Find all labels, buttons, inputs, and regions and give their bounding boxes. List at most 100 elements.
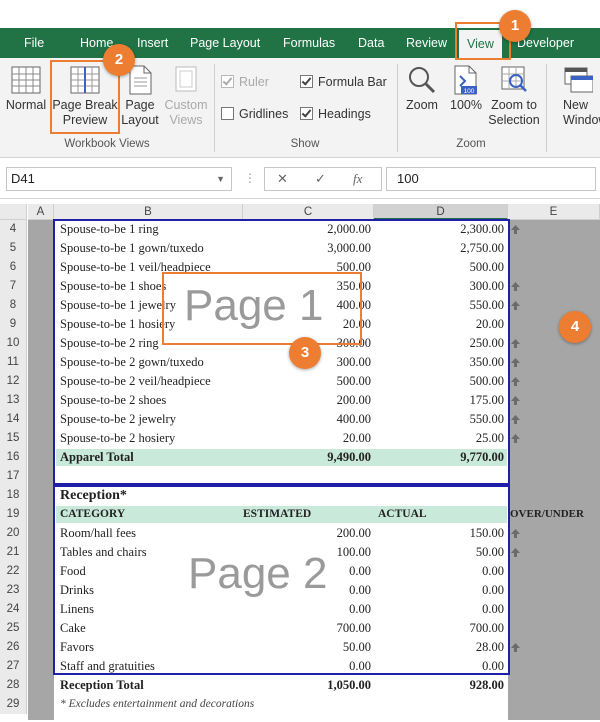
indicator-arrow-icon (511, 301, 520, 310)
normal-view-button[interactable]: Normal (4, 64, 48, 113)
cell-d[interactable] (374, 695, 504, 714)
ribbon-separator (546, 64, 547, 152)
zoom-100-button[interactable]: 100 100% (446, 64, 486, 113)
worksheet-grid[interactable]: A B C D E 4 Spouse-to-be 1 ring 2,000.00 2,… (0, 199, 600, 722)
tab-page-layout[interactable]: Page Layout (190, 28, 260, 58)
new-window-button[interactable]: New Window (553, 64, 600, 128)
check-icon (301, 107, 312, 118)
row-header[interactable]: 14 (0, 410, 27, 429)
zoom-100-icon: 100 (454, 65, 477, 95)
checkbox-box (300, 75, 313, 88)
cell-d[interactable]: 928.00 (374, 676, 504, 695)
check-icon (301, 75, 312, 86)
row-header[interactable]: 12 (0, 372, 27, 391)
row-header[interactable]: 18 (0, 486, 27, 505)
column-header-e[interactable]: E (508, 204, 600, 220)
indicator-arrow-icon (511, 529, 520, 538)
check-icon (222, 75, 233, 86)
row-header[interactable]: 15 (0, 429, 27, 448)
indicator-arrow-icon (511, 225, 520, 234)
show-group-label: Show (290, 138, 320, 150)
row-header[interactable]: 8 (0, 296, 27, 315)
row-header[interactable]: 19 (0, 505, 27, 524)
indicator-arrow-icon (511, 339, 520, 348)
row-header[interactable]: 25 (0, 619, 27, 638)
zoom-button[interactable]: Zoom (402, 64, 442, 113)
row-header[interactable]: 5 (0, 239, 27, 258)
custom-views-icon (175, 66, 197, 92)
insert-function-icon[interactable]: fx (353, 171, 362, 187)
row-header[interactable]: 20 (0, 524, 27, 543)
row-header[interactable]: 17 (0, 467, 27, 486)
row-header[interactable]: 4 (0, 220, 27, 239)
tab-review[interactable]: Review (406, 28, 447, 58)
zoom-selection-icon (501, 66, 527, 92)
column-header-d[interactable]: D (374, 204, 508, 220)
column-header-b[interactable]: B (54, 204, 243, 220)
chevron-down-icon: ▼ (216, 174, 225, 184)
checkbox-box (221, 107, 234, 120)
column-header-c[interactable]: C (243, 204, 374, 220)
enter-icon[interactable]: ✓ (315, 171, 326, 187)
ribbon-separator (214, 64, 215, 152)
zoom-group-label: Zoom (456, 138, 486, 150)
normal-view-icon (11, 66, 41, 94)
callout-badge-2: 2 (103, 44, 135, 76)
zoom-to-selection-button[interactable]: Zoom to Selection (486, 64, 542, 128)
more-options-icon: ⋮ (244, 171, 256, 185)
gridlines-checkbox[interactable]: Gridlines (221, 106, 288, 122)
indicator-arrow-icon (511, 282, 520, 291)
callout-badge-3: 3 (289, 337, 321, 369)
tab-formulas[interactable]: Formulas (283, 28, 335, 58)
page-1-boundary[interactable] (53, 219, 510, 485)
row-header[interactable]: 16 (0, 448, 27, 467)
headings-checkbox[interactable]: Headings (300, 106, 371, 122)
row-header[interactable]: 26 (0, 638, 27, 657)
page-2-watermark: Page 2 (188, 549, 328, 598)
checkbox-box (221, 75, 234, 88)
workbook-views-group-label: Workbook Views (64, 138, 150, 150)
row-header[interactable]: 11 (0, 353, 27, 372)
row-header[interactable]: 27 (0, 657, 27, 676)
row-header[interactable]: 24 (0, 600, 27, 619)
select-all-corner[interactable] (0, 204, 27, 220)
tab-insert[interactable]: Insert (137, 28, 168, 58)
formula-input[interactable]: 100 (386, 167, 596, 191)
custom-views-button[interactable]: Custom Views (162, 64, 210, 128)
row-header[interactable]: 23 (0, 581, 27, 600)
tab-file[interactable]: File (24, 28, 44, 58)
row-header[interactable]: 29 (0, 695, 27, 714)
cell-c[interactable]: 1,050.00 (243, 676, 371, 695)
indicator-arrow-icon (511, 415, 520, 424)
cell-e[interactable]: OVER/UNDER (510, 505, 600, 524)
indicator-arrow-icon (511, 548, 520, 557)
indicator-arrow-icon (511, 358, 520, 367)
column-header-a[interactable]: A (28, 204, 54, 220)
cancel-icon[interactable]: ✕ (277, 171, 288, 187)
row-header[interactable]: 21 (0, 543, 27, 562)
ruler-checkbox[interactable]: Ruler (221, 74, 269, 90)
zoom-100-icon-text: 100 (464, 88, 475, 95)
row-header[interactable]: 6 (0, 258, 27, 277)
tab-data[interactable]: Data (358, 28, 384, 58)
row-header[interactable]: 13 (0, 391, 27, 410)
name-box[interactable]: D41 ▼ (6, 167, 232, 191)
row-header[interactable]: 28 (0, 676, 27, 695)
row-header[interactable]: 10 (0, 334, 27, 353)
formula-bar-checkbox[interactable]: Formula Bar (300, 74, 387, 90)
formula-buttons: ✕ ✓ fx (264, 167, 382, 191)
checkbox-box (300, 107, 313, 120)
callout-badge-4: 4 (559, 311, 591, 343)
indicator-arrow-icon (511, 643, 520, 652)
indicator-arrow-icon (511, 434, 520, 443)
ribbon-separator (397, 64, 398, 152)
row-header[interactable]: 22 (0, 562, 27, 581)
formula-bar: D41 ▼ ⋮ ✕ ✓ fx 100 (0, 159, 600, 199)
row-header[interactable]: 7 (0, 277, 27, 296)
indicator-arrow-icon (511, 377, 520, 386)
new-window-icon (564, 67, 593, 93)
cell-c[interactable] (243, 695, 371, 714)
non-print-area-right (508, 220, 600, 720)
row-header[interactable]: 9 (0, 315, 27, 334)
indicator-arrow-icon (511, 396, 520, 405)
